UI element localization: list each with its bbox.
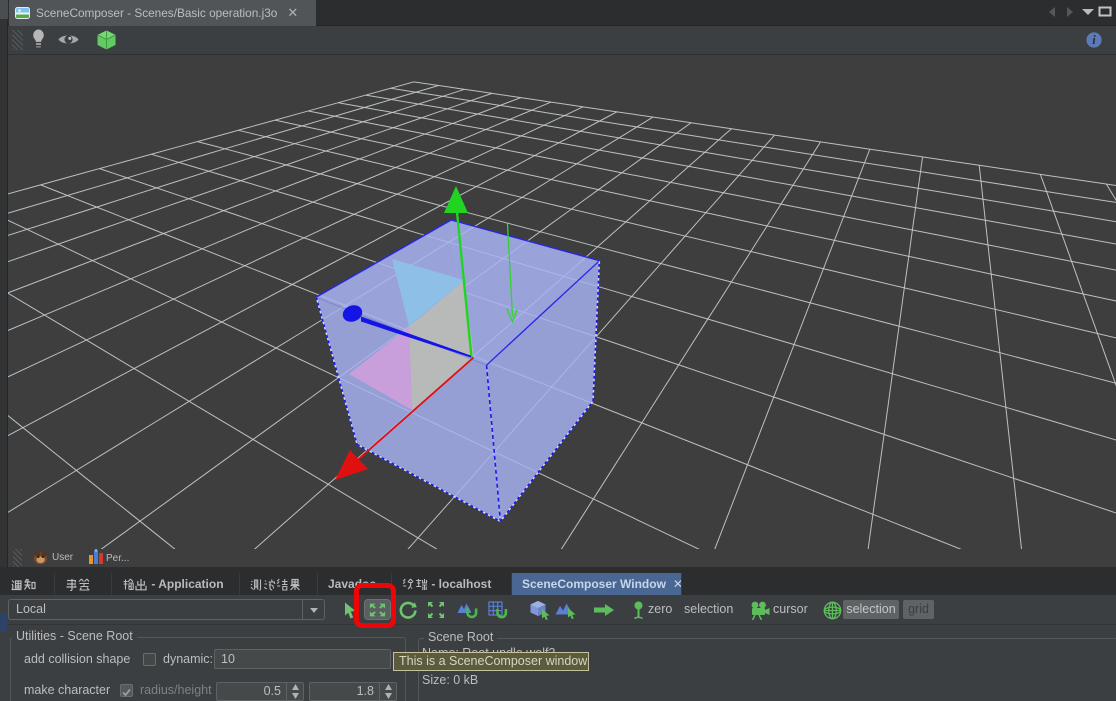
svg-text:i: i: [1092, 33, 1096, 47]
